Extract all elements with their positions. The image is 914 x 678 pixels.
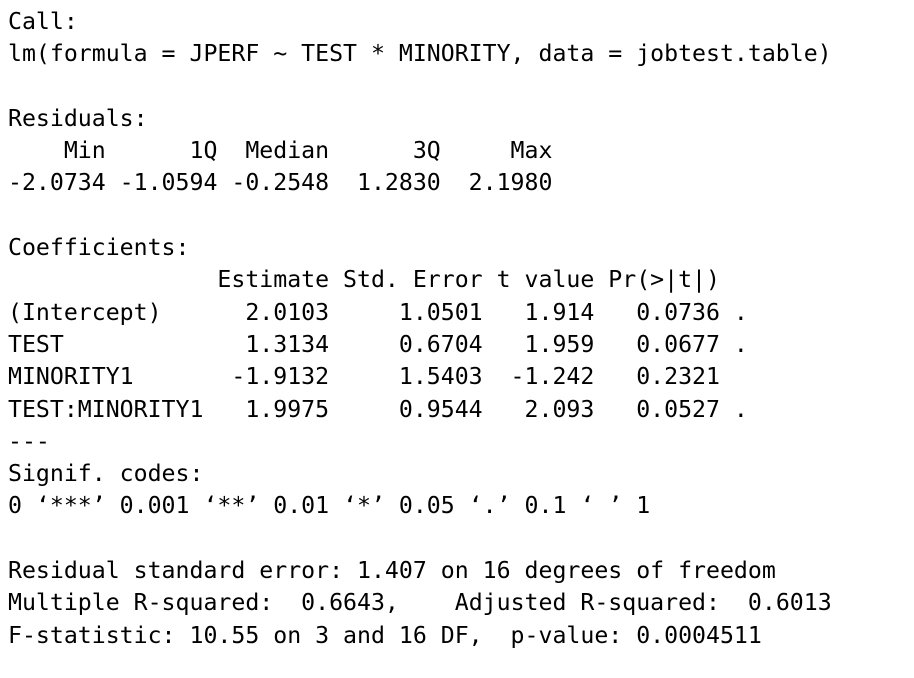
r-squared-line: Multiple R-squared: 0.6643, Adjusted R-s… <box>8 589 846 617</box>
f-statistic-line: F-statistic: 10.55 on 3 and 16 DF, p-val… <box>8 621 762 649</box>
coefficient-row-test: TEST 1.3134 0.6704 1.959 0.0677 . <box>8 330 748 358</box>
residuals-header: Residuals: <box>8 104 148 132</box>
r-console-output: Call: lm(formula = JPERF ~ TEST * MINORI… <box>8 6 908 671</box>
signif-codes-header: Signif. codes: <box>8 460 204 488</box>
call-formula: lm(formula = JPERF ~ TEST * MINORITY, da… <box>8 40 832 68</box>
coefficients-header: Coefficients: <box>8 234 190 262</box>
separator-line: --- <box>8 427 50 455</box>
residuals-quantile-values: -2.0734 -1.0594 -0.2548 1.2830 2.1980 <box>8 169 567 197</box>
coefficient-row-intercept: (Intercept) 2.0103 1.0501 1.914 0.0736 . <box>8 298 748 326</box>
coefficients-column-headers: Estimate Std. Error t value Pr(>|t|) <box>8 266 748 294</box>
call-header: Call: <box>8 8 78 35</box>
residual-standard-error: Residual standard error: 1.407 on 16 deg… <box>8 557 776 585</box>
coefficient-row-test-minority1: TEST:MINORITY1 1.9975 0.9544 2.093 0.052… <box>8 395 748 423</box>
residuals-quantile-labels: Min 1Q Median 3Q Max <box>8 137 567 165</box>
coefficient-row-minority1: MINORITY1 -1.9132 1.5403 -1.242 0.2321 <box>8 363 748 391</box>
signif-codes-legend: 0 ‘***’ 0.001 ‘**’ 0.01 ‘*’ 0.05 ‘.’ 0.1… <box>8 492 651 520</box>
